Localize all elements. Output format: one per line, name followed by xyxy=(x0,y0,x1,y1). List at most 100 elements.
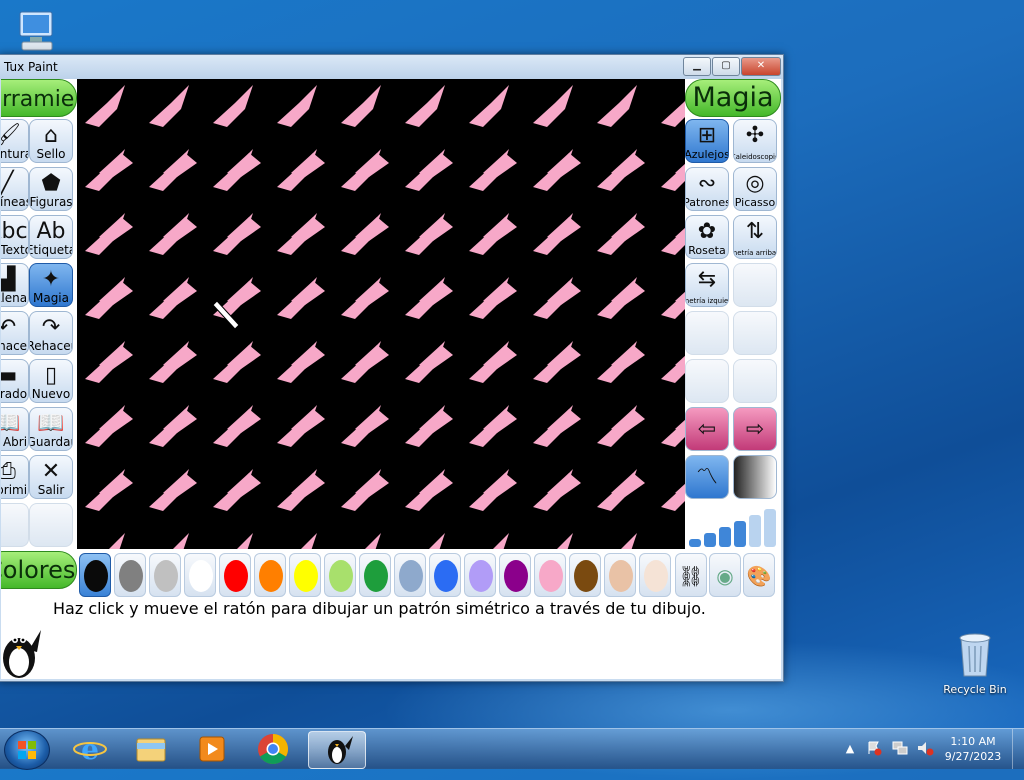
magic-slot-empty xyxy=(733,263,777,307)
quit-icon: ✕ xyxy=(41,459,61,484)
color-dot xyxy=(189,560,213,592)
magic-label: Picasso xyxy=(734,196,776,209)
color-swatch[interactable] xyxy=(289,553,321,597)
computer-icon xyxy=(19,11,53,51)
color-picker-icon: ◉ xyxy=(716,564,734,588)
tool-paint[interactable]: 🖌Pintura xyxy=(1,119,29,163)
magic-slot-empty xyxy=(685,311,729,355)
color-swatch[interactable] xyxy=(604,553,636,597)
color-swatch[interactable] xyxy=(324,553,356,597)
color-swatch[interactable] xyxy=(639,553,671,597)
color-dot xyxy=(399,560,423,592)
magic-mirror-updown[interactable]: ⇅ Simetría arriba/abajo xyxy=(733,215,777,259)
stamp-icon: ⌂ xyxy=(44,123,58,148)
clock[interactable]: 1:10 AM 9/27/2023 xyxy=(940,734,1006,764)
pattern-tile xyxy=(301,533,317,549)
tool-new[interactable]: ▯ Nuevo xyxy=(29,359,73,403)
color-swatch[interactable] xyxy=(534,553,566,597)
text-icon: Abc xyxy=(1,219,28,244)
tool-save[interactable]: 📖Guardar xyxy=(29,407,73,451)
explorer-taskbar-button[interactable] xyxy=(123,731,179,767)
show-hidden-icons-button[interactable]: ▲ xyxy=(843,741,857,756)
magic-next-button[interactable]: ⇨ xyxy=(733,407,777,451)
tool-quit[interactable]: ✕ Salir xyxy=(29,455,73,499)
tool-magic[interactable]: ✦ Magia xyxy=(29,263,73,307)
label-icon: Ab xyxy=(36,219,66,244)
tool-label: Llenar xyxy=(1,291,28,305)
chrome-icon xyxy=(258,734,289,765)
tool-eraser[interactable]: ▬Borrador xyxy=(1,359,29,403)
tool-label[interactable]: AbEtiqueta xyxy=(29,215,73,259)
color-swatch[interactable] xyxy=(184,553,216,597)
tool-text[interactable]: AbcTexto xyxy=(1,215,29,259)
pattern-tile xyxy=(85,85,133,177)
tuxpaint-taskbar-button[interactable] xyxy=(308,731,366,769)
media-player-taskbar-button[interactable] xyxy=(184,731,240,767)
maximize-button[interactable]: ▢ xyxy=(712,57,740,76)
tool-redo[interactable]: ↷Rehacer xyxy=(29,311,73,355)
close-button[interactable]: ✕ xyxy=(741,57,781,76)
recycle-bin-label: Recycle Bin xyxy=(943,683,1007,696)
left-arrow-icon: ⇦ xyxy=(697,417,717,442)
drawing-canvas[interactable] xyxy=(77,79,685,549)
color-swatch[interactable] xyxy=(254,553,286,597)
magic-kaleidoscope[interactable]: ✣ Caleidoscopio xyxy=(733,119,777,163)
tool-shapes[interactable]: ⬟ Figuras xyxy=(29,167,73,211)
start-button[interactable] xyxy=(4,730,50,770)
tool-open[interactable]: 📖Abrir xyxy=(1,407,29,451)
tool-lines[interactable]: ╱Líneas xyxy=(1,167,29,211)
magic-prev-button[interactable]: ⇦ xyxy=(685,407,729,451)
color-palette-button[interactable]: 🎨 xyxy=(743,553,775,597)
color-swatch[interactable] xyxy=(79,553,111,597)
network-icon[interactable] xyxy=(892,740,908,756)
pattern-tile xyxy=(661,421,685,496)
magic-slot-empty xyxy=(733,359,777,403)
color-swatch[interactable] xyxy=(114,553,146,597)
magic-mirror-leftright[interactable]: ⇆ Simetría izquierda/derecha xyxy=(685,263,729,307)
tool-print[interactable]: ⎙Imprimir xyxy=(1,455,29,499)
color-swatch[interactable] xyxy=(149,553,181,597)
magic-mode-fullscreen-button[interactable] xyxy=(733,455,777,499)
color-swatch[interactable] xyxy=(219,553,251,597)
magic-icon: ✦ xyxy=(41,267,61,292)
color-swatch[interactable] xyxy=(464,553,496,597)
magic-tiles[interactable]: ⊞ Azulejos xyxy=(685,119,729,163)
color-swatch[interactable] xyxy=(359,553,391,597)
volume-icon[interactable] xyxy=(916,740,934,756)
tool-label: Pintura xyxy=(1,147,28,161)
title-bar[interactable]: Tux Paint ▁ ▢ ✕ xyxy=(0,55,783,79)
patterns-icon: ∾ xyxy=(697,171,717,196)
color-picker-button[interactable]: ◉ xyxy=(709,553,741,597)
minimize-button[interactable]: ▁ xyxy=(683,57,711,76)
magic-picasso[interactable]: ◎ Picasso xyxy=(733,167,777,211)
tool-undo[interactable]: ↶Deshacer xyxy=(1,311,29,355)
chrome-taskbar-button[interactable] xyxy=(245,731,301,767)
magic-label: Caleidoscopio xyxy=(733,153,777,161)
pattern-tile xyxy=(173,533,189,549)
magic-mode-paint-button[interactable]: 〽 xyxy=(685,455,729,499)
size-bars-icon[interactable] xyxy=(685,503,779,549)
magic-patterns[interactable]: ∾ Patrones xyxy=(685,167,729,211)
color-dropper-button[interactable]: ⛓ xyxy=(675,553,707,597)
pattern-tile xyxy=(277,85,325,177)
paint-mode-icon: 〽 xyxy=(695,465,718,490)
tool-label: Abrir xyxy=(2,435,28,449)
recycle-bin[interactable]: Recycle Bin xyxy=(940,630,1010,696)
tool-stamp[interactable]: ⌂ Sello xyxy=(29,119,73,163)
pattern-tile xyxy=(365,533,381,549)
magic-rosette[interactable]: ✿ Roseta xyxy=(685,215,729,259)
ie-taskbar-button[interactable]: e xyxy=(62,731,118,767)
show-desktop-button[interactable] xyxy=(1012,729,1024,769)
color-swatch[interactable] xyxy=(499,553,531,597)
color-swatch[interactable] xyxy=(569,553,601,597)
pattern-tile xyxy=(429,533,445,549)
tool-fill[interactable]: ▟Llenar xyxy=(1,263,29,307)
color-swatch[interactable] xyxy=(429,553,461,597)
color-dot xyxy=(644,560,668,592)
computer-desktop-icon[interactable] xyxy=(14,10,60,54)
color-swatch[interactable] xyxy=(394,553,426,597)
redo-icon: ↷ xyxy=(41,315,61,340)
palette-icon: 🎨 xyxy=(746,564,772,588)
clock-time: 1:10 AM xyxy=(950,735,996,748)
action-center-icon[interactable] xyxy=(866,740,882,756)
